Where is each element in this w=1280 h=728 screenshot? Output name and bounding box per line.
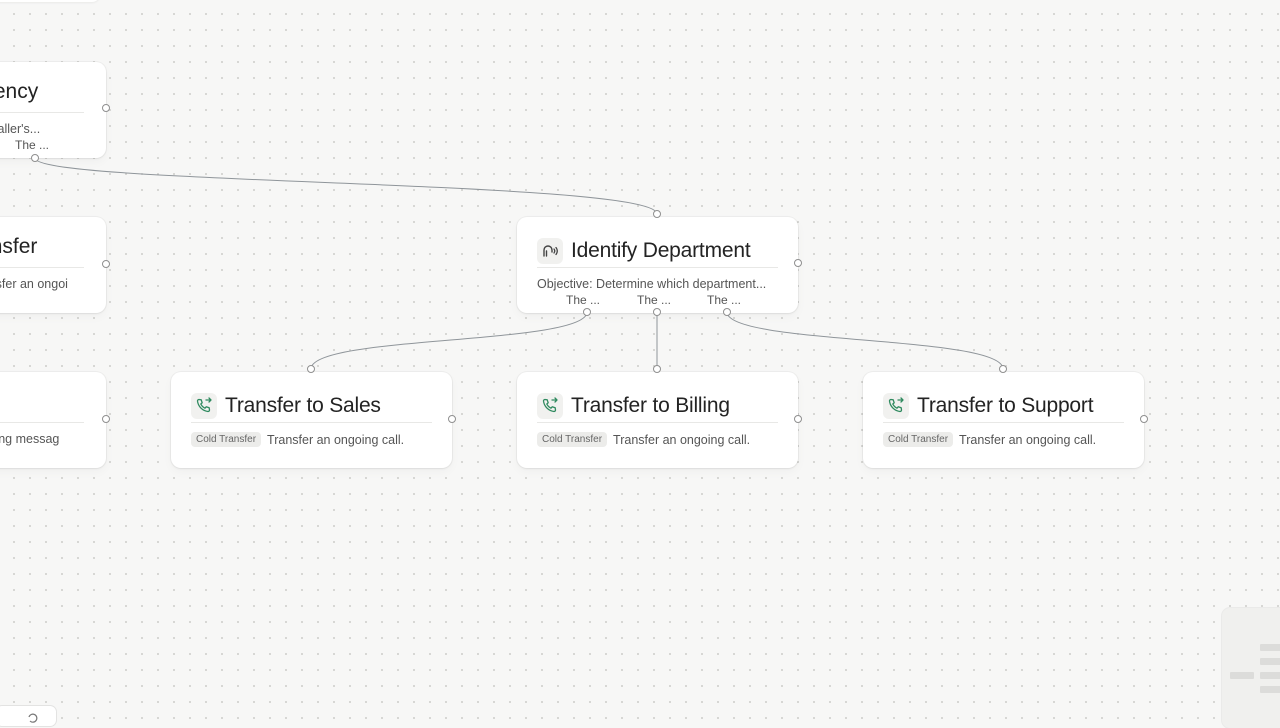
edge-label: The ... xyxy=(707,293,742,307)
side-handle[interactable] xyxy=(794,415,802,423)
description-text: Transfer an ongoing call. xyxy=(613,432,751,447)
node-transfer-to-sales[interactable]: Transfer to Sales Cold Transfer Transfer… xyxy=(171,372,452,468)
voice-agent-icon xyxy=(537,238,563,264)
transfer-type-tag: Cold Transfer xyxy=(883,432,954,447)
minimap-node xyxy=(1260,658,1280,665)
input-handle[interactable] xyxy=(999,365,1007,373)
node-title xyxy=(0,390,84,423)
node-description: Cold Transfer Transfer an ongoing call. xyxy=(191,432,432,447)
minimap-node xyxy=(1260,686,1280,693)
transfer-type-tag: Cold Transfer xyxy=(537,432,608,447)
side-handle[interactable] xyxy=(102,260,110,268)
node-description: Cold Transfer Transfer an ongoing call. xyxy=(883,432,1124,447)
output-handle[interactable] xyxy=(653,308,661,316)
description-text: Transfer an ongoing call. xyxy=(267,432,405,447)
node-description-line2: ... xyxy=(0,295,84,309)
description-text: Transfer an ongoing call. xyxy=(959,432,1097,447)
node-transfer-to-support[interactable]: Transfer to Support Cold Transfer Transf… xyxy=(863,372,1144,468)
node-title: Transfer to Support xyxy=(917,394,1094,417)
node-title: Transfer xyxy=(0,235,84,268)
edge-identify-to-support xyxy=(726,311,1004,370)
edge-label: The ... xyxy=(566,293,601,307)
side-handle[interactable] xyxy=(794,259,802,267)
edge-urgency-to-identify xyxy=(34,157,658,215)
minimap-node xyxy=(1260,672,1280,679)
node-description: Cold Transfer Transfer an ongoing call. xyxy=(537,432,778,447)
canvas-controls[interactable] xyxy=(0,706,56,726)
node-title: Transfer to Sales xyxy=(225,394,381,417)
node-transfer-to-billing[interactable]: Transfer to Billing Cold Transfer Transf… xyxy=(517,372,798,468)
node-header: Transfer to Sales xyxy=(191,390,432,423)
phone-transfer-icon xyxy=(191,393,217,419)
output-handle[interactable] xyxy=(583,308,591,316)
input-handle[interactable] xyxy=(653,210,661,218)
node-fragment-top[interactable] xyxy=(0,0,100,2)
node-title: Identify Department xyxy=(571,239,751,262)
edge-label: The ... xyxy=(637,293,672,307)
side-handle[interactable] xyxy=(448,415,456,423)
node-header: Transfer to Billing xyxy=(537,390,778,423)
node-title: Urgency xyxy=(0,80,84,113)
connection-edges xyxy=(34,157,1004,370)
side-handle[interactable] xyxy=(102,104,110,112)
minimap[interactable] xyxy=(1222,608,1280,728)
transfer-type-tag: Cold Transfer xyxy=(191,432,262,447)
node-description: Transfer an ongoi... xyxy=(0,277,68,291)
input-handle[interactable] xyxy=(307,365,315,373)
edge-label: The ... xyxy=(15,138,50,152)
node-title: Transfer to Billing xyxy=(571,394,730,417)
phone-transfer-icon xyxy=(537,393,563,419)
node-header: Identify Department xyxy=(537,235,778,268)
minimap-node xyxy=(1260,644,1280,651)
output-handle[interactable] xyxy=(31,154,39,162)
node-description: Objective: Determine which department... xyxy=(537,277,778,291)
edge-identify-to-sales xyxy=(310,311,588,370)
input-handle[interactable] xyxy=(653,365,661,373)
undo-icon[interactable] xyxy=(26,710,38,728)
node-message[interactable]: Closing messag... xyxy=(0,372,106,468)
node-header: Transfer to Support xyxy=(883,390,1124,423)
output-handle[interactable] xyxy=(723,308,731,316)
node-description: Closing messag... xyxy=(0,432,60,446)
node-description: ...the caller's... xyxy=(0,122,41,136)
side-handle[interactable] xyxy=(1140,415,1148,423)
side-handle[interactable] xyxy=(102,415,110,423)
description-text: Objective: Determine which department... xyxy=(537,277,767,291)
phone-transfer-icon xyxy=(883,393,909,419)
minimap-node xyxy=(1230,672,1254,679)
node-transfer[interactable]: Transfer Transfer an ongoi... ... xyxy=(0,217,106,313)
